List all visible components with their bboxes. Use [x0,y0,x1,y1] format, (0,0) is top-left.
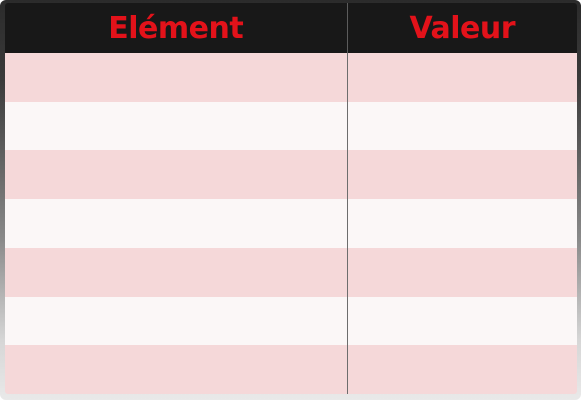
table-cell-element [5,345,348,394]
table-row [5,345,577,394]
column-header-valeur: Valeur [347,3,577,53]
header-row: Elément Valeur [5,3,577,53]
table-cell-valeur [347,53,577,102]
table-cell-valeur [347,296,577,346]
table-cell-element [5,247,348,297]
column-header-element: Elément [5,3,348,53]
data-table: Elément Valeur [5,3,577,394]
table-cell-element [5,101,348,151]
table-cell-valeur [347,101,577,151]
table-cell-element [5,296,348,346]
table-row [5,247,577,297]
table-row [5,199,577,248]
table-cell-valeur [347,199,577,248]
table-header: Elément Valeur [5,3,577,53]
table-cell-element [5,53,348,102]
table-row [5,296,577,346]
table-cell-valeur [347,345,577,394]
table-body [5,53,577,394]
table-row [5,150,577,200]
table-cell-valeur [347,247,577,297]
table-row [5,101,577,151]
table-container: Elément Valeur [5,3,577,394]
table-frame: Elément Valeur [0,0,581,400]
table-cell-element [5,150,348,200]
table-cell-element [5,199,348,248]
table-row [5,53,577,102]
table-cell-valeur [347,150,577,200]
